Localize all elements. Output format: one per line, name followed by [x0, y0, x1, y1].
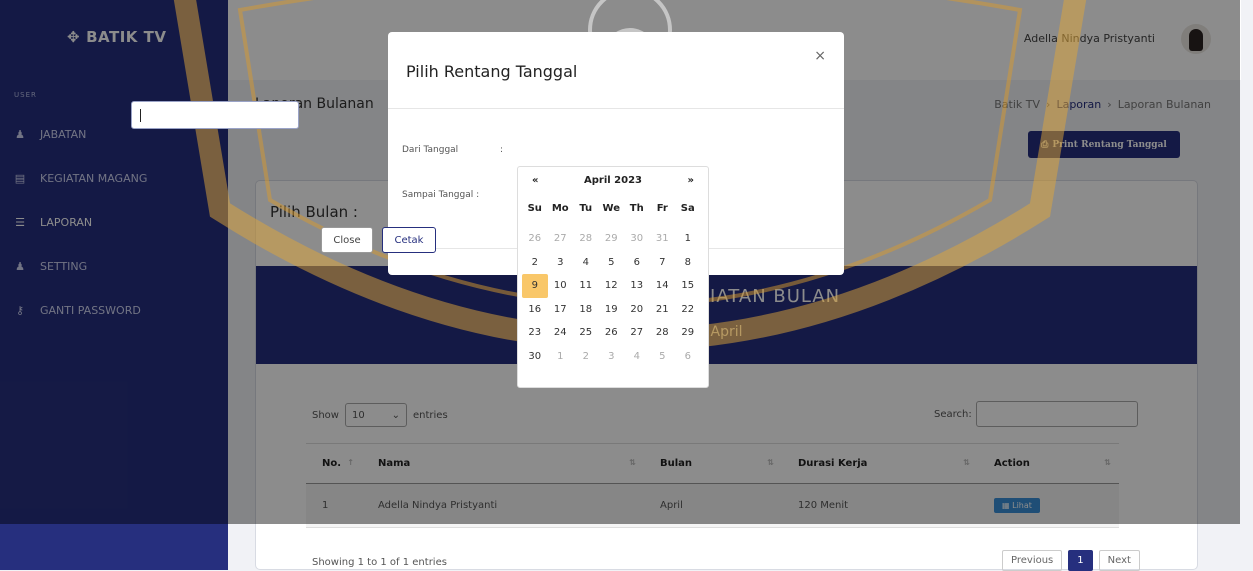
datepicker-day[interactable]: 21: [650, 298, 676, 322]
datepicker-day[interactable]: 16: [522, 298, 548, 322]
datepicker-day[interactable]: 28: [573, 227, 599, 251]
datepicker-days: 26 27 28 29 30 31 1 2 3 4 5 6 7 8 9 10 11 12 13 14 15 16 17 18 1…: [522, 227, 701, 368]
datepicker-day[interactable]: 29: [675, 321, 701, 345]
datepicker-day[interactable]: 1: [675, 227, 701, 251]
datepicker-day[interactable]: 10: [548, 274, 574, 298]
weekday: Fr: [656, 203, 668, 214]
datepicker-day[interactable]: 30: [522, 345, 548, 369]
field-colon: :: [500, 145, 504, 155]
datepicker-day[interactable]: 11: [573, 274, 599, 298]
datepicker-day[interactable]: 25: [573, 321, 599, 345]
datepicker-day[interactable]: 28: [650, 321, 676, 345]
datepicker-day[interactable]: 3: [548, 251, 574, 275]
datepicker-day[interactable]: 27: [624, 321, 650, 345]
close-icon[interactable]: ×: [814, 48, 826, 64]
datepicker-day[interactable]: 23: [522, 321, 548, 345]
datepicker-day[interactable]: 5: [650, 345, 676, 369]
cetak-button[interactable]: Cetak: [382, 227, 436, 253]
pagination-previous[interactable]: Previous: [1002, 550, 1063, 571]
dari-tanggal-label: Dari Tanggal: [402, 145, 459, 155]
pagination-page-1[interactable]: 1: [1068, 550, 1093, 571]
modal-divider: [388, 108, 844, 109]
datepicker-day[interactable]: 27: [548, 227, 574, 251]
datepicker-day[interactable]: 19: [599, 298, 625, 322]
datepicker-prev[interactable]: «: [532, 175, 538, 186]
close-button[interactable]: Close: [321, 227, 373, 253]
datepicker-day[interactable]: 12: [599, 274, 625, 298]
datepicker-day[interactable]: 18: [573, 298, 599, 322]
pagination: Previous 1 Next: [1002, 550, 1140, 571]
datepicker-day[interactable]: 24: [548, 321, 574, 345]
datepicker-day[interactable]: 2: [573, 345, 599, 369]
sampai-tanggal-label: Sampai Tanggal :: [402, 190, 480, 200]
text-caret: [140, 109, 141, 122]
datepicker-next[interactable]: »: [688, 175, 694, 186]
datepicker-weekdays: Su Mo Tu We Th Fr Sa: [522, 203, 701, 214]
datepicker-day[interactable]: 17: [548, 298, 574, 322]
datepicker-day[interactable]: 29: [599, 227, 625, 251]
weekday: We: [602, 203, 620, 214]
datepicker: « April 2023 » Su Mo Tu We Th Fr Sa 26 27…: [517, 166, 709, 388]
datepicker-day[interactable]: 13: [624, 274, 650, 298]
datepicker-day[interactable]: 6: [675, 345, 701, 369]
datepicker-day[interactable]: 1: [548, 345, 574, 369]
datepicker-day[interactable]: 8: [675, 251, 701, 275]
weekday: Sa: [680, 203, 695, 214]
datepicker-day[interactable]: 4: [573, 251, 599, 275]
datepicker-day[interactable]: 26: [522, 227, 548, 251]
table-info: Showing 1 to 1 of 1 entries: [312, 557, 447, 568]
datepicker-day[interactable]: 14: [650, 274, 676, 298]
datepicker-month[interactable]: April 2023: [584, 175, 642, 186]
datepicker-day[interactable]: 6: [624, 251, 650, 275]
datepicker-day[interactable]: 9: [522, 274, 548, 298]
datepicker-day[interactable]: 31: [650, 227, 676, 251]
weekday: Mo: [551, 203, 569, 214]
datepicker-day[interactable]: 5: [599, 251, 625, 275]
datepicker-day[interactable]: 20: [624, 298, 650, 322]
datepicker-day[interactable]: 7: [650, 251, 676, 275]
datepicker-day[interactable]: 4: [624, 345, 650, 369]
datepicker-day[interactable]: 2: [522, 251, 548, 275]
datepicker-day[interactable]: 3: [599, 345, 625, 369]
modal-title: Pilih Rentang Tanggal: [406, 62, 578, 81]
weekday: Th: [629, 203, 644, 214]
datepicker-header: « April 2023 »: [518, 175, 708, 186]
datepicker-day[interactable]: 30: [624, 227, 650, 251]
datepicker-day[interactable]: 22: [675, 298, 701, 322]
pagination-next[interactable]: Next: [1098, 550, 1140, 571]
weekday: Tu: [579, 203, 593, 214]
weekday: Su: [527, 203, 542, 214]
dari-tanggal-input[interactable]: [131, 101, 299, 129]
datepicker-day[interactable]: 15: [675, 274, 701, 298]
datepicker-day[interactable]: 26: [599, 321, 625, 345]
